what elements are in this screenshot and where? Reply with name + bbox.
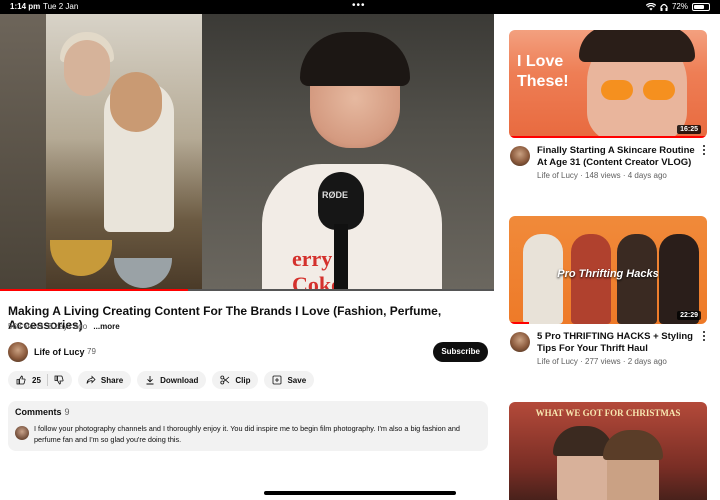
recommended-age: 4 days ago: [627, 171, 667, 180]
comments-panel[interactable]: Comments 9 I follow your photography chan…: [8, 401, 488, 451]
multitasking-dots-icon[interactable]: •••: [352, 0, 366, 11]
thumbnail-caption: I Love These!: [517, 52, 569, 92]
thumbnail-caption-line-2: These!: [517, 73, 569, 90]
video-progress-bar[interactable]: [0, 289, 494, 291]
recommended-video-meta: Life of Lucy · 277 views · 2 days ago: [537, 357, 667, 366]
share-icon: [86, 375, 96, 384]
top-comment-text: I follow your photography channels and I…: [34, 424, 460, 444]
status-date: Tue 2 Jan: [43, 2, 79, 11]
video-microphone-handle: [334, 224, 348, 290]
recommended-video-card[interactable]: Pro Thrifting Hacks 22:29 5 Pro THRIFTIN…: [509, 216, 707, 376]
recommended-video-card[interactable]: I Love These! 16:25 Finally Starting A S…: [509, 30, 707, 190]
thumbnail-eye-patch: [643, 80, 675, 100]
channel-name[interactable]: Life of Lucy: [34, 347, 85, 357]
more-options-icon[interactable]: [701, 331, 707, 341]
thumbnail-caption: WHAT WE GOT FOR CHRISTMAS: [535, 408, 681, 418]
download-label: Download: [160, 375, 199, 385]
wifi-icon: [645, 2, 656, 10]
channel-row: Life of Lucy 79 Subscribe: [8, 342, 488, 362]
clip-label: Clip: [235, 375, 251, 385]
channel-avatar[interactable]: [510, 146, 530, 166]
comments-count: 9: [64, 407, 70, 417]
video-adult-head: [64, 40, 110, 96]
commenter-avatar: [15, 426, 29, 440]
recommended-views: 277 views: [585, 357, 621, 366]
thumbnail-hair: [579, 30, 695, 62]
thumbnail-hair: [603, 430, 663, 460]
comments-heading: Comments 9: [15, 407, 70, 417]
status-time: 1:14 pm: [10, 2, 41, 11]
share-label: Share: [100, 375, 124, 385]
watch-progress-bar: [509, 322, 529, 324]
recommended-video-title[interactable]: 5 Pro THRIFTING HACKS + Styling Tips For…: [537, 331, 701, 355]
recommended-channel: Life of Lucy: [537, 171, 578, 180]
home-indicator[interactable]: [264, 491, 456, 495]
thumbs-up-icon[interactable]: [16, 375, 26, 385]
thumbnail-caption: Pro Thrifting Hacks: [557, 268, 659, 280]
share-button[interactable]: Share: [77, 371, 132, 389]
channel-avatar[interactable]: [8, 342, 28, 362]
recommended-video-thumbnail[interactable]: Pro Thrifting Hacks 22:29: [509, 216, 707, 324]
headphones-icon: [660, 3, 668, 11]
recommended-channel: Life of Lucy: [537, 357, 578, 366]
download-icon: [146, 376, 154, 385]
status-bar: 1:14 pm Tue 2 Jan ••• 72%: [0, 0, 720, 14]
more-options-icon[interactable]: [701, 145, 707, 155]
save-button[interactable]: Save: [264, 371, 315, 389]
add-to-playlist-icon: [273, 375, 282, 385]
video-frame-left: [0, 14, 46, 290]
recommended-video-card[interactable]: WHAT WE GOT FOR CHRISTMAS: [509, 402, 707, 500]
battery-icon: [692, 2, 710, 11]
thumbnail-eye-patch: [601, 80, 633, 100]
youtube-watch-page: 1:14 pm Tue 2 Jan ••• 72% erry Coke RØDE …: [0, 0, 720, 500]
recommended-video-meta: Life of Lucy · 148 views · 4 days ago: [537, 171, 667, 180]
video-progress-fill: [0, 289, 188, 291]
comments-label: Comments: [15, 407, 62, 417]
battery-fill: [694, 4, 704, 9]
save-label: Save: [287, 375, 307, 385]
video-views: 588 views: [8, 322, 44, 331]
subscriber-count: 79: [87, 347, 96, 356]
battery-percent: 72%: [671, 2, 688, 11]
video-microphone-label: RØDE: [322, 190, 349, 200]
recommended-age: 2 days ago: [627, 357, 667, 366]
video-duration: 16:25: [677, 125, 701, 134]
video-meta[interactable]: 588 views 8 days ago ...more: [8, 322, 120, 331]
status-indicators: 72%: [645, 2, 710, 11]
like-count[interactable]: 25: [32, 376, 41, 385]
watch-progress-bar: [509, 136, 707, 138]
video-player[interactable]: erry Coke RØDE: [0, 14, 494, 290]
recommended-views: 148 views: [585, 171, 621, 180]
clip-button[interactable]: Clip: [212, 371, 259, 389]
action-bar: 25 Share Download Clip Save: [8, 371, 315, 389]
recommended-video-thumbnail[interactable]: WHAT WE GOT FOR CHRISTMAS: [509, 402, 707, 500]
scissors-icon: [220, 375, 230, 385]
recommended-video-title[interactable]: Finally Starting A Skincare Routine At A…: [537, 145, 701, 169]
subscribe-button[interactable]: Subscribe: [433, 342, 488, 362]
channel-avatar[interactable]: [510, 332, 530, 352]
video-duration: 22:29: [677, 311, 701, 320]
download-button[interactable]: Download: [137, 371, 207, 389]
description-more-link[interactable]: ...more: [93, 322, 119, 331]
like-dislike-group: 25: [8, 371, 72, 389]
video-child-head: [110, 72, 162, 132]
thumbs-down-icon[interactable]: [54, 375, 64, 385]
like-divider: [46, 374, 48, 386]
recommended-video-thumbnail[interactable]: I Love These! 16:25: [509, 30, 707, 138]
video-microphone: [318, 172, 364, 230]
video-age: 8 days ago: [48, 322, 88, 331]
thumbnail-caption-line-1: I Love: [517, 53, 564, 70]
